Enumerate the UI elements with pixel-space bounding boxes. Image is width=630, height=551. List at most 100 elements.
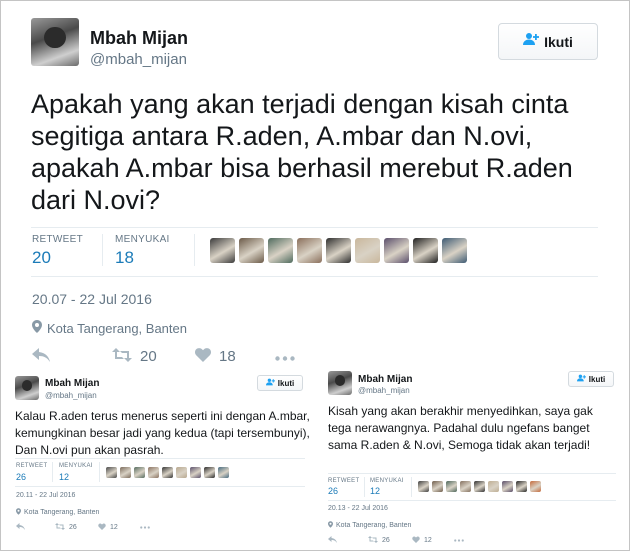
- liker-avatar[interactable]: [446, 481, 457, 492]
- tweet-location[interactable]: Kota Tangerang, Banten: [32, 320, 187, 336]
- follow-label: Ikuti: [277, 378, 295, 388]
- liker-avatar[interactable]: [413, 238, 438, 263]
- liker-avatar[interactable]: [474, 481, 485, 492]
- retweet-button[interactable]: 26: [368, 535, 412, 545]
- liker-avatar[interactable]: [432, 481, 443, 492]
- liker-avatar[interactable]: [297, 238, 322, 263]
- liker-avatar[interactable]: [176, 467, 187, 478]
- liker-avatar[interactable]: [210, 238, 235, 263]
- liker-avatar[interactable]: [355, 238, 380, 263]
- stat-divider: [411, 477, 412, 497]
- stat-divider: [99, 462, 100, 482]
- more-dots-icon: [275, 348, 295, 365]
- retweet-stat-count[interactable]: 26: [16, 472, 26, 482]
- person-plus-icon: [576, 374, 586, 384]
- liker-avatar[interactable]: [268, 238, 293, 263]
- liker-avatar[interactable]: [120, 467, 131, 478]
- follow-label: Ikuti: [588, 374, 606, 384]
- liker-avatar[interactable]: [134, 467, 145, 478]
- person-plus-icon: [523, 32, 540, 51]
- more-dots-icon: [454, 537, 464, 544]
- tweet-location[interactable]: Kota Tangerang, Banten: [328, 521, 411, 530]
- liker-avatar[interactable]: [384, 238, 409, 263]
- divider: [328, 473, 616, 474]
- more-button[interactable]: [454, 537, 464, 544]
- liker-avatar[interactable]: [204, 467, 215, 478]
- likers-avatars: [106, 467, 232, 478]
- avatar[interactable]: [31, 18, 79, 66]
- retweet-count: 20: [140, 348, 157, 365]
- liker-avatar[interactable]: [488, 481, 499, 492]
- liker-avatar[interactable]: [530, 481, 541, 492]
- retweet-stat-label: RETWEET: [16, 463, 48, 469]
- retweet-icon: [55, 522, 65, 532]
- tweet-text: Kalau R.aden terus menerus seperti ini d…: [15, 409, 310, 457]
- divider: [15, 458, 305, 459]
- liker-avatar[interactable]: [218, 467, 229, 478]
- divider: [31, 227, 598, 228]
- author-name[interactable]: Mbah Mijan: [358, 374, 412, 385]
- liker-avatar[interactable]: [442, 238, 467, 263]
- like-stat-count[interactable]: 18: [115, 248, 134, 268]
- retweet-icon: [368, 535, 378, 545]
- tweet-datetime[interactable]: 20.13 - 22 Jul 2016: [328, 505, 388, 512]
- retweet-stat-label: RETWEET: [32, 234, 83, 245]
- tweet-actions: 20 18: [32, 346, 295, 367]
- person-plus-icon: [265, 378, 275, 388]
- more-button[interactable]: [140, 524, 150, 531]
- liker-avatar[interactable]: [190, 467, 201, 478]
- tweet-actions: 26 12: [328, 535, 464, 545]
- reply-button[interactable]: [32, 346, 112, 367]
- tweet-text: Apakah yang akan terjadi dengan kisah ci…: [31, 89, 573, 215]
- liker-avatar[interactable]: [106, 467, 117, 478]
- liker-avatar[interactable]: [162, 467, 173, 478]
- liker-avatar[interactable]: [516, 481, 527, 492]
- more-button[interactable]: [275, 348, 295, 365]
- follow-button[interactable]: Ikuti: [257, 375, 303, 391]
- liker-avatar[interactable]: [502, 481, 513, 492]
- avatar[interactable]: [15, 376, 39, 400]
- divider: [328, 500, 616, 501]
- reply-button[interactable]: [328, 535, 368, 545]
- retweet-stat-count[interactable]: 26: [328, 486, 338, 496]
- author-name[interactable]: Mbah Mijan: [90, 28, 188, 49]
- like-button[interactable]: 12: [98, 522, 140, 532]
- reply-icon: [328, 535, 337, 545]
- location-label: Kota Tangerang, Banten: [336, 522, 412, 529]
- likers-avatars: [418, 481, 544, 492]
- liker-avatar[interactable]: [148, 467, 159, 478]
- stat-divider: [364, 477, 365, 497]
- tweet-location[interactable]: Kota Tangerang, Banten: [16, 508, 99, 517]
- liker-avatar[interactable]: [418, 481, 429, 492]
- like-button[interactable]: 18: [195, 346, 275, 367]
- like-stat-count[interactable]: 12: [370, 486, 380, 496]
- liker-avatar[interactable]: [326, 238, 351, 263]
- retweet-button[interactable]: 26: [55, 522, 98, 532]
- author-handle[interactable]: @mbah_mijan: [358, 386, 410, 395]
- reply-button[interactable]: [16, 522, 55, 532]
- reply-icon: [32, 346, 50, 367]
- like-stat-count[interactable]: 12: [59, 472, 69, 482]
- liker-avatar[interactable]: [460, 481, 471, 492]
- reply-icon: [16, 522, 25, 532]
- like-button[interactable]: 12: [412, 535, 454, 545]
- author-handle[interactable]: @mbah_mijan: [90, 51, 187, 68]
- follow-button[interactable]: Ikuti: [498, 23, 598, 60]
- author-name[interactable]: Mbah Mijan: [45, 378, 99, 389]
- retweet-stat-label: RETWEET: [328, 478, 360, 484]
- liker-avatar[interactable]: [239, 238, 264, 263]
- avatar[interactable]: [328, 371, 352, 395]
- divider: [15, 486, 305, 487]
- like-stat-label: MENYUKAI: [370, 478, 404, 484]
- follow-label: Ikuti: [544, 33, 573, 50]
- follow-button[interactable]: Ikuti: [568, 371, 614, 387]
- tweet-datetime[interactable]: 20.07 - 22 Jul 2016: [32, 291, 152, 307]
- heart-icon: [98, 522, 106, 532]
- tweet-datetime[interactable]: 20.11 - 22 Jul 2016: [16, 492, 75, 499]
- retweet-stat-count[interactable]: 20: [32, 248, 51, 268]
- author-handle[interactable]: @mbah_mijan: [45, 391, 97, 400]
- map-pin-icon: [32, 320, 42, 336]
- stat-divider: [194, 234, 195, 266]
- retweet-button[interactable]: 20: [112, 346, 195, 367]
- retweet-count: 26: [69, 523, 77, 531]
